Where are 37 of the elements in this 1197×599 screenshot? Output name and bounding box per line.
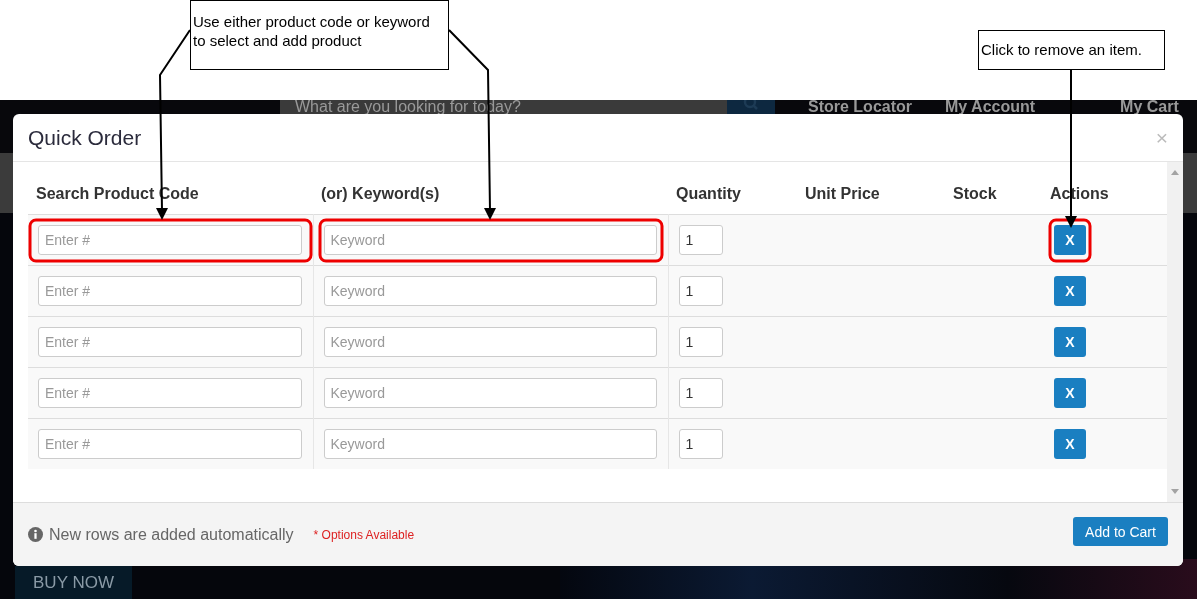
product-code-field[interactable]: Enter # — [38, 224, 302, 255]
info-icon — [28, 527, 43, 542]
scrollbar[interactable] — [1167, 162, 1183, 502]
quantity-field[interactable]: 1 — [678, 428, 723, 459]
quantity-field[interactable]: 1 — [678, 275, 723, 306]
product-code-field[interactable]: Enter # — [38, 275, 302, 306]
footer-note: New rows are added automatically — [49, 525, 294, 544]
search-button[interactable] — [727, 100, 775, 114]
column-header: Unit Price — [805, 185, 880, 203]
quantity-field[interactable]: 1 — [678, 326, 723, 357]
remove-button[interactable]: X — [1054, 275, 1086, 306]
quantity-field[interactable]: 1 — [678, 224, 723, 255]
callout-box: Use either product code or keyword to select and add product — [190, 0, 449, 70]
remove-button[interactable]: X — [1054, 377, 1086, 408]
nav-link[interactable]: Store Locator — [808, 100, 912, 114]
keyword-field[interactable]: Keyword — [323, 224, 657, 255]
keyword-field[interactable]: Keyword — [323, 326, 657, 357]
quantity-field[interactable]: 1 — [678, 377, 723, 408]
remove-button[interactable]: X — [1054, 326, 1086, 357]
column-header: Stock — [953, 185, 997, 203]
dialog-title: Quick Order — [28, 125, 142, 150]
column-header: (or) Keyword(s) — [321, 185, 440, 203]
add-to-cart-button[interactable]: Add to Cart — [1073, 517, 1168, 546]
scroll-down-icon — [1171, 489, 1179, 494]
buy-now-button[interactable]: BUY NOW — [15, 566, 132, 599]
product-code-field[interactable]: Enter # — [38, 377, 302, 408]
product-code-field[interactable]: Enter # — [38, 428, 302, 459]
search-icon — [743, 100, 759, 110]
keyword-field[interactable]: Keyword — [323, 377, 657, 408]
remove-button[interactable]: X — [1054, 428, 1086, 459]
keyword-field[interactable]: Keyword — [323, 275, 657, 306]
column-header: Quantity — [676, 185, 741, 203]
product-code-field[interactable]: Enter # — [38, 326, 302, 357]
keyword-field[interactable]: Keyword — [323, 428, 657, 459]
remove-button[interactable]: X — [1054, 224, 1086, 255]
options-note: * Options Available — [313, 527, 415, 542]
scroll-up-icon — [1171, 170, 1179, 175]
